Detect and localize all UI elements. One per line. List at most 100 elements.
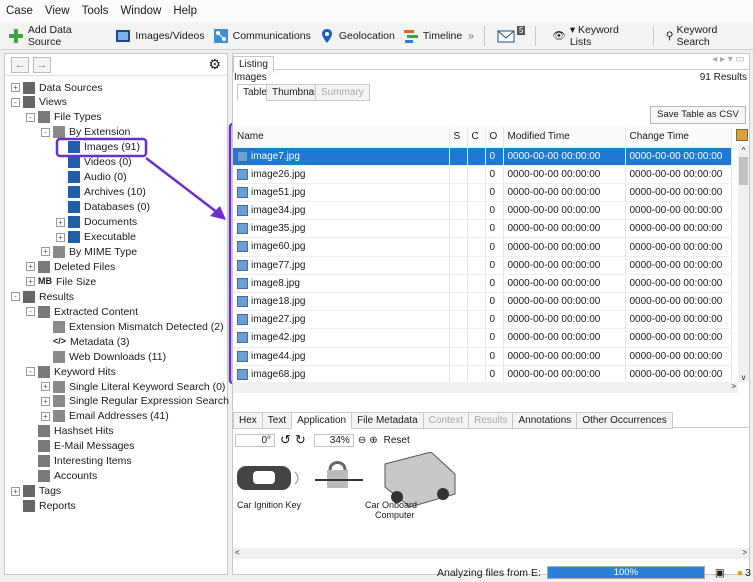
- table-row[interactable]: image18.jpg 0 0000-00-00 00:00:00 0000-00-0…: [233, 292, 732, 312]
- table-row[interactable]: image77.jpg 0 0000-00-00 00:00:00 0000-00-0…: [233, 256, 732, 275]
- tree-node[interactable]: - File Types: [26, 110, 102, 125]
- table-row[interactable]: image44.jpg 0 0000-00-00 00:00:00 0000-00-0…: [233, 347, 732, 366]
- toolbar-overflow-icon[interactable]: »: [468, 30, 474, 42]
- tab-text[interactable]: Text: [261, 412, 293, 429]
- collapse-icon[interactable]: -: [26, 307, 35, 317]
- tree-node[interactable]: Web Downloads (11): [41, 349, 166, 364]
- tree-node[interactable]: Archives (10): [56, 185, 146, 200]
- zoom-out-icon[interactable]: ⊖: [358, 435, 366, 446]
- expand-icon[interactable]: +: [41, 382, 50, 391]
- tree-node[interactable]: + Single Literal Keyword Search (0): [41, 379, 225, 394]
- col-name[interactable]: Name: [233, 127, 450, 148]
- tree-node[interactable]: - Extracted Content: [26, 304, 138, 319]
- keyword-lists-button[interactable]: 👁 ▾ Keyword Lists: [552, 24, 642, 48]
- timeline-button[interactable]: Timeline »: [403, 25, 474, 47]
- collapse-icon[interactable]: -: [41, 127, 50, 137]
- notification-icon[interactable]: ●: [737, 567, 743, 579]
- tree-node[interactable]: + By MIME Type: [41, 244, 137, 259]
- table-row[interactable]: image42.jpg 0 0000-00-00 00:00:00 0000-00-0…: [233, 328, 732, 348]
- tab-annotations[interactable]: Annotations: [512, 412, 578, 429]
- cancel-ingest-icon[interactable]: ▣: [715, 567, 725, 579]
- rotation-field[interactable]: 0°: [235, 433, 275, 447]
- expand-icon[interactable]: +: [26, 262, 35, 272]
- tree-node[interactable]: Videos (0): [56, 155, 132, 170]
- menu-case[interactable]: Case: [6, 5, 33, 17]
- vertical-scrollbar[interactable]: ^ v: [738, 146, 749, 382]
- tab-hex[interactable]: Hex: [233, 412, 263, 429]
- tree-node[interactable]: + Documents: [56, 215, 137, 230]
- reset-button[interactable]: Reset: [384, 435, 410, 446]
- tab-other-occurrences[interactable]: Other Occurrences: [576, 412, 673, 429]
- tree-node[interactable]: + Deleted Files: [26, 259, 115, 274]
- tree-node[interactable]: + Tags: [11, 484, 61, 499]
- scroll-up-icon[interactable]: ^: [738, 146, 749, 155]
- tree-node[interactable]: Reports: [11, 499, 76, 514]
- table-row[interactable]: image35.jpg 0 0000-00-00 00:00:00 0000-00-0…: [233, 219, 732, 239]
- table-row[interactable]: image51.jpg 0 0000-00-00 00:00:00 0000-00-0…: [233, 183, 732, 203]
- tree-node[interactable]: Extension Mismatch Detected (2): [41, 319, 224, 334]
- expand-icon[interactable]: +: [41, 411, 50, 421]
- table-row[interactable]: image27.jpg 0 0000-00-00 00:00:00 0000-00-0…: [233, 310, 732, 330]
- keyword-search-button[interactable]: ⚲ Keyword Search: [666, 24, 753, 48]
- gear-icon[interactable]: ⚙: [208, 56, 221, 73]
- expand-icon[interactable]: +: [41, 396, 50, 406]
- scroll-right-icon[interactable]: >: [731, 382, 736, 391]
- tree-node[interactable]: + Email Addresses (41): [41, 409, 169, 424]
- horizontal-scrollbar[interactable]: >: [233, 382, 738, 393]
- tree-node[interactable]: </> Metadata (3): [41, 334, 130, 349]
- tree-node[interactable]: Images (91): [56, 140, 140, 155]
- rotate-right-icon[interactable]: ↻: [295, 432, 306, 448]
- menu-tools[interactable]: Tools: [82, 5, 109, 17]
- scroll-down-icon[interactable]: v: [738, 373, 749, 382]
- collapse-icon[interactable]: -: [26, 112, 35, 122]
- tree-node[interactable]: Hashset Hits: [26, 424, 114, 439]
- tree-node[interactable]: Interesting Items: [26, 454, 132, 469]
- expand-icon[interactable]: +: [11, 83, 20, 92]
- table-row[interactable]: image68.jpg 0 0000-00-00 00:00:00 0000-00-0…: [233, 365, 732, 382]
- zoom-in-icon[interactable]: ⊕: [369, 435, 377, 446]
- expand-icon[interactable]: +: [56, 217, 65, 227]
- menu-help[interactable]: Help: [173, 5, 197, 17]
- viewer-horizontal-scrollbar[interactable]: < >: [233, 548, 749, 559]
- expand-icon[interactable]: +: [41, 247, 50, 257]
- tree-node[interactable]: Databases (0): [56, 200, 150, 215]
- save-csv-button[interactable]: Save Table as CSV: [650, 106, 746, 124]
- tree-node[interactable]: Audio (0): [56, 170, 127, 185]
- column-chooser-icon[interactable]: [736, 129, 748, 141]
- expand-icon[interactable]: +: [11, 486, 20, 496]
- table-row[interactable]: image26.jpg 0 0000-00-00 00:00:00 0000-00-0…: [233, 165, 732, 184]
- tree-node[interactable]: - Views: [11, 95, 67, 110]
- rotate-left-icon[interactable]: ↺: [280, 432, 291, 448]
- tree-node[interactable]: Accounts: [26, 469, 97, 484]
- images-videos-button[interactable]: Images/Videos: [115, 25, 205, 47]
- tree-node[interactable]: - By Extension: [41, 125, 130, 140]
- collapse-icon[interactable]: -: [26, 367, 35, 377]
- table-row[interactable]: image8.jpg 0 0000-00-00 00:00:00 0000-00-00…: [233, 274, 732, 294]
- communications-button[interactable]: Communications: [213, 25, 311, 47]
- collapse-icon[interactable]: -: [11, 292, 20, 302]
- tree-node[interactable]: + Data Sources: [11, 80, 103, 95]
- col-change-time[interactable]: Change Time: [625, 127, 732, 148]
- col-s[interactable]: S: [449, 127, 468, 148]
- viewer-scroll-right-icon[interactable]: >: [742, 548, 747, 557]
- menu-view[interactable]: View: [45, 5, 70, 17]
- viewer-scroll-left-icon[interactable]: <: [235, 548, 240, 557]
- menu-window[interactable]: Window: [120, 5, 161, 17]
- listing-window-controls[interactable]: ◂ ▸ ▾ ▭: [712, 54, 745, 65]
- table-row[interactable]: image7.jpg 0 0000-00-00 00:00:00 0000-00-00…: [233, 147, 732, 166]
- geolocation-button[interactable]: Geolocation: [319, 25, 395, 47]
- expand-icon[interactable]: +: [26, 277, 35, 287]
- tree-node[interactable]: + Single Regular Expression Search (0): [41, 394, 245, 409]
- tree-node[interactable]: + MB File Size: [26, 274, 96, 289]
- col-o[interactable]: O: [485, 127, 504, 148]
- table-row[interactable]: image60.jpg 0 0000-00-00 00:00:00 0000-00-0…: [233, 237, 732, 257]
- zoom-field[interactable]: 34%: [313, 433, 354, 447]
- tree-node[interactable]: + Executable: [56, 230, 136, 245]
- collapse-icon[interactable]: -: [11, 97, 20, 107]
- forward-arrow-icon[interactable]: →: [33, 56, 51, 73]
- messages-button[interactable]: 5: [497, 25, 526, 47]
- back-arrow-icon[interactable]: ←: [11, 56, 29, 73]
- scroll-thumb[interactable]: [739, 157, 748, 185]
- expand-icon[interactable]: +: [56, 232, 65, 242]
- add-data-source-button[interactable]: Add Data Source: [8, 24, 107, 48]
